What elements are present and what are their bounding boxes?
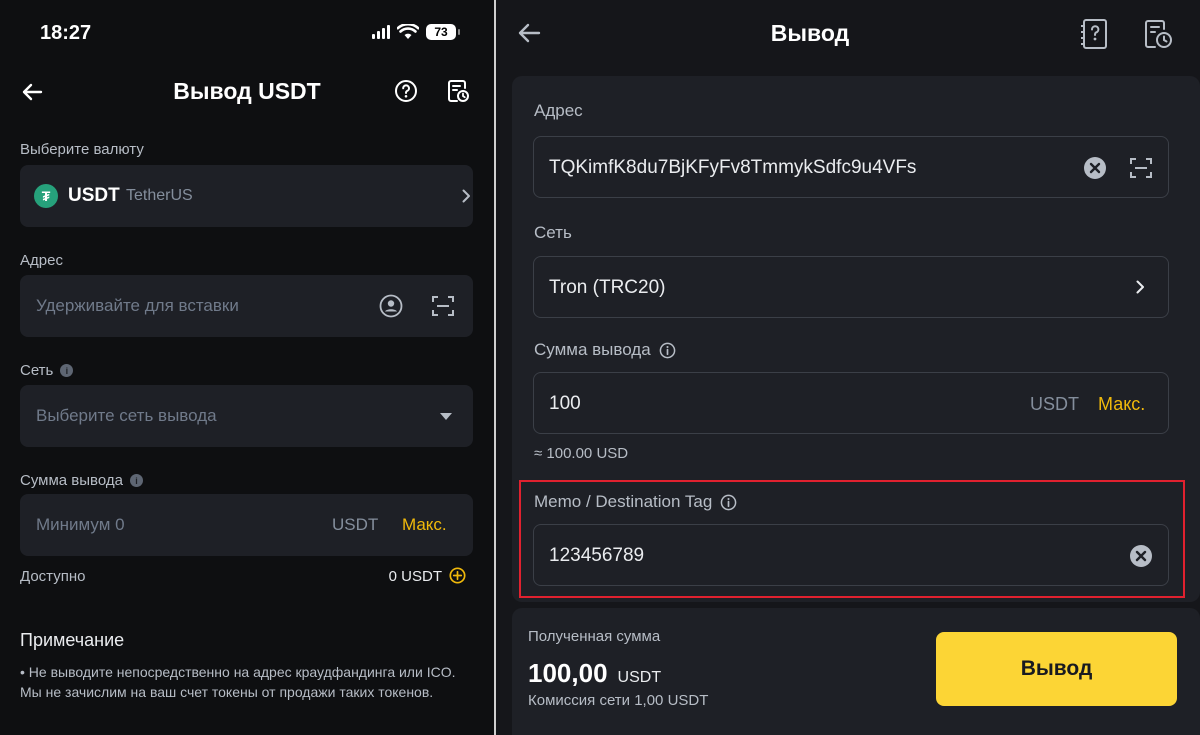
page-title: Вывод USDT bbox=[173, 78, 321, 104]
network-fee: Комиссия сети 1,00 USDT bbox=[528, 692, 709, 709]
scan-qr-icon[interactable] bbox=[431, 294, 455, 318]
currency-label: Выберите валюту bbox=[20, 141, 144, 158]
right-withdraw-screen: Вывод Адрес TQKimfK8du7BjKFyFv8TmmykSdfc… bbox=[496, 0, 1200, 735]
address-placeholder: Удерживайте для вставки bbox=[36, 296, 239, 315]
receive-amount-unit: USDT bbox=[617, 669, 662, 686]
help-icon[interactable] bbox=[394, 79, 418, 103]
currency-selector[interactable]: ₮ USDT TetherUS bbox=[20, 165, 473, 227]
currency-name: TetherUS bbox=[126, 187, 193, 204]
amount-value: 100 bbox=[549, 393, 581, 414]
history-icon[interactable] bbox=[1142, 18, 1174, 50]
tether-icon: ₮ bbox=[34, 184, 58, 208]
max-button[interactable]: Макс. bbox=[402, 515, 447, 535]
amount-label-text: Сумма вывода bbox=[534, 340, 651, 359]
amount-unit: USDT bbox=[332, 515, 379, 534]
info-icon[interactable] bbox=[720, 494, 737, 511]
amount-label: Сумма вывода bbox=[534, 340, 676, 360]
currency-symbol: USDT bbox=[68, 185, 120, 206]
info-icon[interactable]: i bbox=[60, 364, 74, 377]
memo-field[interactable]: 123456789 bbox=[533, 524, 1169, 586]
page-title: Вывод bbox=[770, 20, 850, 46]
network-label-text: Сеть bbox=[534, 223, 572, 242]
network-placeholder: Выберите сеть вывода bbox=[36, 406, 217, 425]
status-bar: 18:27 73 bbox=[0, 0, 494, 66]
history-icon[interactable] bbox=[446, 79, 470, 103]
address-label: Адрес bbox=[20, 252, 63, 269]
address-label-text: Адрес bbox=[534, 101, 583, 120]
help-document-icon[interactable] bbox=[1080, 18, 1110, 50]
amount-label-text: Сумма вывода bbox=[20, 472, 123, 489]
memo-value: 123456789 bbox=[549, 545, 645, 566]
info-icon[interactable] bbox=[659, 342, 676, 359]
left-withdraw-screen: 18:27 73 Вывод USDT Выберите валюту ₮ US… bbox=[0, 0, 494, 735]
clear-icon[interactable] bbox=[1130, 545, 1152, 567]
left-header: Вывод USDT bbox=[0, 66, 494, 118]
network-value: Tron (TRC20) bbox=[549, 277, 666, 298]
available-value: 0 USDT bbox=[388, 568, 442, 585]
clear-icon[interactable] bbox=[1084, 157, 1106, 179]
memo-label: Memo / Destination Tag bbox=[534, 492, 737, 512]
status-icons: 73 bbox=[372, 24, 460, 40]
receive-amount: 100,00 USDT bbox=[528, 658, 661, 689]
network-selector[interactable]: Выберите сеть вывода bbox=[20, 385, 473, 447]
currency-label-text: Выберите валюту bbox=[20, 141, 144, 158]
dropdown-caret-icon bbox=[440, 413, 452, 420]
receive-amount-value: 100,00 bbox=[528, 658, 608, 688]
amount-placeholder: Минимум 0 bbox=[36, 515, 125, 534]
amount-unit: USDT bbox=[1030, 394, 1079, 414]
withdraw-button[interactable]: Вывод bbox=[936, 632, 1177, 706]
wifi-icon bbox=[397, 24, 419, 39]
cellular-signal-icon bbox=[372, 25, 390, 39]
network-label: Сеть i bbox=[20, 362, 74, 379]
address-field[interactable]: Удерживайте для вставки bbox=[20, 275, 473, 337]
chevron-right-icon bbox=[1136, 280, 1144, 294]
network-label: Сеть bbox=[534, 223, 572, 243]
info-icon[interactable]: i bbox=[129, 474, 143, 487]
available-label: Доступно bbox=[20, 568, 86, 585]
address-field[interactable]: TQKimfK8du7BjKFyFv8TmmykSdfc9u4VFs bbox=[533, 136, 1169, 198]
amount-usd-estimate: ≈ 100.00 USD bbox=[534, 445, 629, 462]
note-title: Примечание bbox=[20, 630, 125, 650]
scan-qr-icon[interactable] bbox=[1129, 156, 1153, 180]
address-label: Адрес bbox=[534, 101, 583, 121]
max-button[interactable]: Макс. bbox=[1098, 394, 1145, 415]
summary-bar: Полученная сумма 100,00 USDT Комиссия се… bbox=[512, 608, 1200, 735]
battery-icon: 73 bbox=[426, 24, 460, 40]
address-value: TQKimfK8du7BjKFyFv8TmmykSdfc9u4VFs bbox=[549, 157, 917, 178]
status-time: 18:27 bbox=[40, 22, 92, 44]
address-book-icon[interactable] bbox=[379, 294, 403, 318]
amount-label: Сумма вывода i bbox=[20, 472, 143, 489]
note-text: • Не выводите непосредственно на адрес к… bbox=[20, 664, 456, 700]
network-label-text: Сеть bbox=[20, 362, 54, 379]
memo-label-text: Memo / Destination Tag bbox=[534, 492, 713, 511]
network-selector[interactable]: Tron (TRC20) bbox=[533, 256, 1169, 318]
receive-label: Полученная сумма bbox=[528, 628, 661, 645]
amount-field[interactable]: Минимум 0 USDT Макс. bbox=[20, 494, 473, 556]
address-label-text: Адрес bbox=[20, 252, 63, 269]
chevron-right-icon bbox=[462, 189, 470, 203]
right-header: Вывод bbox=[496, 0, 1200, 68]
plus-circle-icon[interactable] bbox=[449, 567, 466, 584]
amount-field[interactable]: 100 USDT Макс. bbox=[533, 372, 1169, 434]
